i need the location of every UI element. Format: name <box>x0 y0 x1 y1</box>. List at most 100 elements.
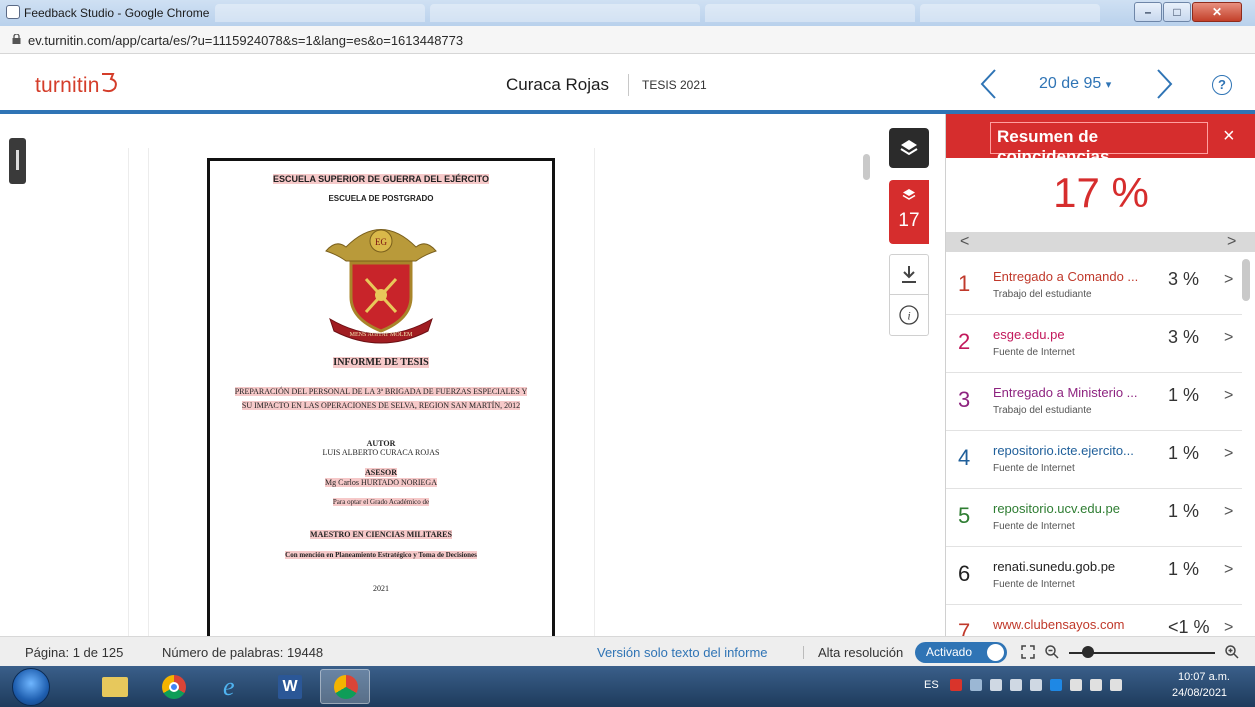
source-percentage: 1 % <box>1168 501 1200 521</box>
panel-nav-bar: < > <box>946 232 1255 252</box>
source-row[interactable]: 2 esge.edu.pe Fuente de Internet 3 % > <box>946 315 1242 373</box>
tray-app-icon[interactable] <box>970 679 982 691</box>
army-seal-emblem: EG MENS AGITAT MOLEM <box>325 229 437 344</box>
degree-mention: Con mención en Planeamiento Estratégico … <box>285 551 477 559</box>
url-text[interactable]: ev.turnitin.com/app/carta/es/?u=11159240… <box>28 33 463 48</box>
document-title: TESIS 2021 <box>642 78 707 92</box>
chevron-right-icon[interactable]: > <box>1224 561 1233 579</box>
chevron-right-icon[interactable]: > <box>1224 329 1233 347</box>
chevron-right-icon[interactable]: > <box>1224 271 1233 289</box>
tray-app-icon[interactable] <box>1050 679 1062 691</box>
school-subtitle: ESCUELA DE POSTGRADO <box>328 194 434 203</box>
fullscreen-icon[interactable] <box>1020 644 1036 660</box>
info-button[interactable]: i <box>890 296 928 336</box>
source-percentage: 1 % <box>1168 443 1200 463</box>
status-divider <box>803 646 804 659</box>
nav-prev-button[interactable]: < <box>960 233 969 251</box>
source-row[interactable]: 7 www.clubensayos.com <1 % > <box>946 605 1242 636</box>
source-percentage: <1 % <box>1168 617 1210 636</box>
chevron-right-icon[interactable]: > <box>1224 619 1233 636</box>
chrome-taskbar-icon[interactable] <box>150 669 200 704</box>
document-page[interactable]: ESCUELA SUPERIOR DE GUERRA DEL EJÉRCITO … <box>207 158 555 638</box>
chevron-right-icon[interactable]: > <box>1224 387 1233 405</box>
viewer-scrollbar[interactable] <box>863 154 870 180</box>
source-type: Trabajo del estudiante <box>993 405 1092 416</box>
start-button[interactable] <box>12 668 50 706</box>
volume-icon[interactable] <box>1110 679 1122 691</box>
keyboard-language[interactable]: ES <box>924 679 939 691</box>
school-name: ESCUELA SUPERIOR DE GUERRA DEL EJÉRCITO <box>272 174 490 184</box>
source-name: esge.edu.pe <box>993 327 1065 342</box>
chevron-right-icon[interactable]: > <box>1224 445 1233 463</box>
background-tab[interactable] <box>705 4 915 22</box>
close-window-button[interactable]: ✕ <box>1192 2 1242 22</box>
layers-button[interactable] <box>889 128 929 168</box>
tray-app-icon[interactable] <box>1010 679 1022 691</box>
background-tab[interactable] <box>215 4 425 22</box>
nav-next-button[interactable]: > <box>1227 233 1236 251</box>
clock-date[interactable]: 24/08/2021 <box>1172 687 1227 699</box>
text-only-report-link[interactable]: Versión solo texto del informe <box>597 645 768 660</box>
tray-app-icon[interactable] <box>1030 679 1042 691</box>
side-panel-handle[interactable] <box>9 138 26 184</box>
acrobat-tray-icon[interactable] <box>950 679 962 691</box>
address-bar[interactable]: ev.turnitin.com/app/carta/es/?u=11159240… <box>0 26 1255 54</box>
maximize-button[interactable]: □ <box>1163 2 1191 22</box>
source-percentage: 1 % <box>1168 559 1200 579</box>
tray-app-icon[interactable] <box>990 679 1002 691</box>
source-row[interactable]: 1 Entregado a Comando ... Trabajo del es… <box>946 257 1242 315</box>
zoom-in-icon[interactable] <box>1224 644 1240 660</box>
internet-explorer-taskbar-icon[interactable]: e <box>210 669 260 704</box>
status-bar: Página: 1 de 125 Número de palabras: 194… <box>0 636 1255 666</box>
download-icon <box>902 266 916 283</box>
background-tab[interactable] <box>430 4 700 22</box>
match-count: 17 <box>898 210 920 231</box>
source-row[interactable]: 4 repositorio.icte.ejercito... Fuente de… <box>946 431 1242 489</box>
source-percentage: 3 % <box>1168 327 1200 347</box>
download-button[interactable] <box>890 255 928 295</box>
match-overview-tab[interactable]: 17 <box>889 180 929 244</box>
source-row[interactable]: 3 Entregado a Ministerio ... Trabajo del… <box>946 373 1242 431</box>
source-type: Fuente de Internet <box>993 521 1075 532</box>
help-button[interactable]: ? <box>1212 75 1232 95</box>
layers-icon <box>900 140 918 156</box>
file-explorer-taskbar-icon[interactable] <box>90 669 140 704</box>
author-name: LUIS ALBERTO CURACA ROJAS <box>322 448 440 457</box>
flag-icon[interactable] <box>1090 679 1102 691</box>
high-resolution-toggle[interactable]: Activado <box>915 642 1007 663</box>
source-row[interactable]: 6 renati.sunedu.gob.pe Fuente de Interne… <box>946 547 1242 605</box>
source-name: repositorio.icte.ejercito... <box>993 443 1134 458</box>
network-icon[interactable] <box>1070 679 1082 691</box>
panel-header: Resumen de coincidencias × <box>946 114 1255 166</box>
panel-scrollbar[interactable] <box>1242 259 1250 301</box>
document-owner: Curaca Rojas <box>506 75 609 94</box>
zoom-slider-handle[interactable] <box>1082 646 1094 658</box>
source-name: repositorio.ucv.edu.pe <box>993 501 1120 516</box>
caret-down-icon: ▾ <box>1105 79 1112 91</box>
source-type: Fuente de Internet <box>993 463 1075 474</box>
thesis-title-line-2: SU IMPACTO EN LAS OPERACIONES DE SELVA, … <box>241 401 521 410</box>
document-viewer[interactable]: ESCUELA SUPERIOR DE GUERRA DEL EJÉRCITO … <box>0 118 945 638</box>
report-heading: INFORME DE TESIS <box>333 357 429 368</box>
layers-icon <box>902 189 916 200</box>
chrome-active-taskbar-icon[interactable] <box>320 669 370 704</box>
match-overview-panel: Resumen de coincidencias × 17 % < > 1 En… <box>945 114 1255 636</box>
previous-submission-button[interactable] <box>977 68 1001 100</box>
word-taskbar-icon[interactable]: W <box>266 669 316 704</box>
next-submission-button[interactable] <box>1152 68 1176 100</box>
background-tab[interactable] <box>920 4 1100 22</box>
high-resolution-label: Alta resolución <box>818 645 904 660</box>
clock-time[interactable]: 10:07 a.m. <box>1178 671 1230 683</box>
turnitin-logo-icon <box>102 73 117 93</box>
advisor-name: Mg Carlos HURTADO NORIEGA <box>325 478 437 487</box>
chevron-right-icon[interactable]: > <box>1224 503 1233 521</box>
submission-counter-dropdown[interactable]: 20 de 95 ▾ <box>1039 75 1111 93</box>
page-indicator: Página: 1 de 125 <box>25 645 124 660</box>
source-row[interactable]: 5 repositorio.ucv.edu.pe Fuente de Inter… <box>946 489 1242 547</box>
source-name: renati.sunedu.gob.pe <box>993 559 1116 574</box>
windows-taskbar: e W ES 10:07 a.m. 24/08/2021 <box>0 666 1255 707</box>
minimize-button[interactable]: – <box>1134 2 1162 22</box>
zoom-out-icon[interactable] <box>1044 644 1060 660</box>
panel-title: Resumen de coincidencias <box>990 122 1208 166</box>
close-panel-button[interactable]: × <box>1223 125 1235 148</box>
